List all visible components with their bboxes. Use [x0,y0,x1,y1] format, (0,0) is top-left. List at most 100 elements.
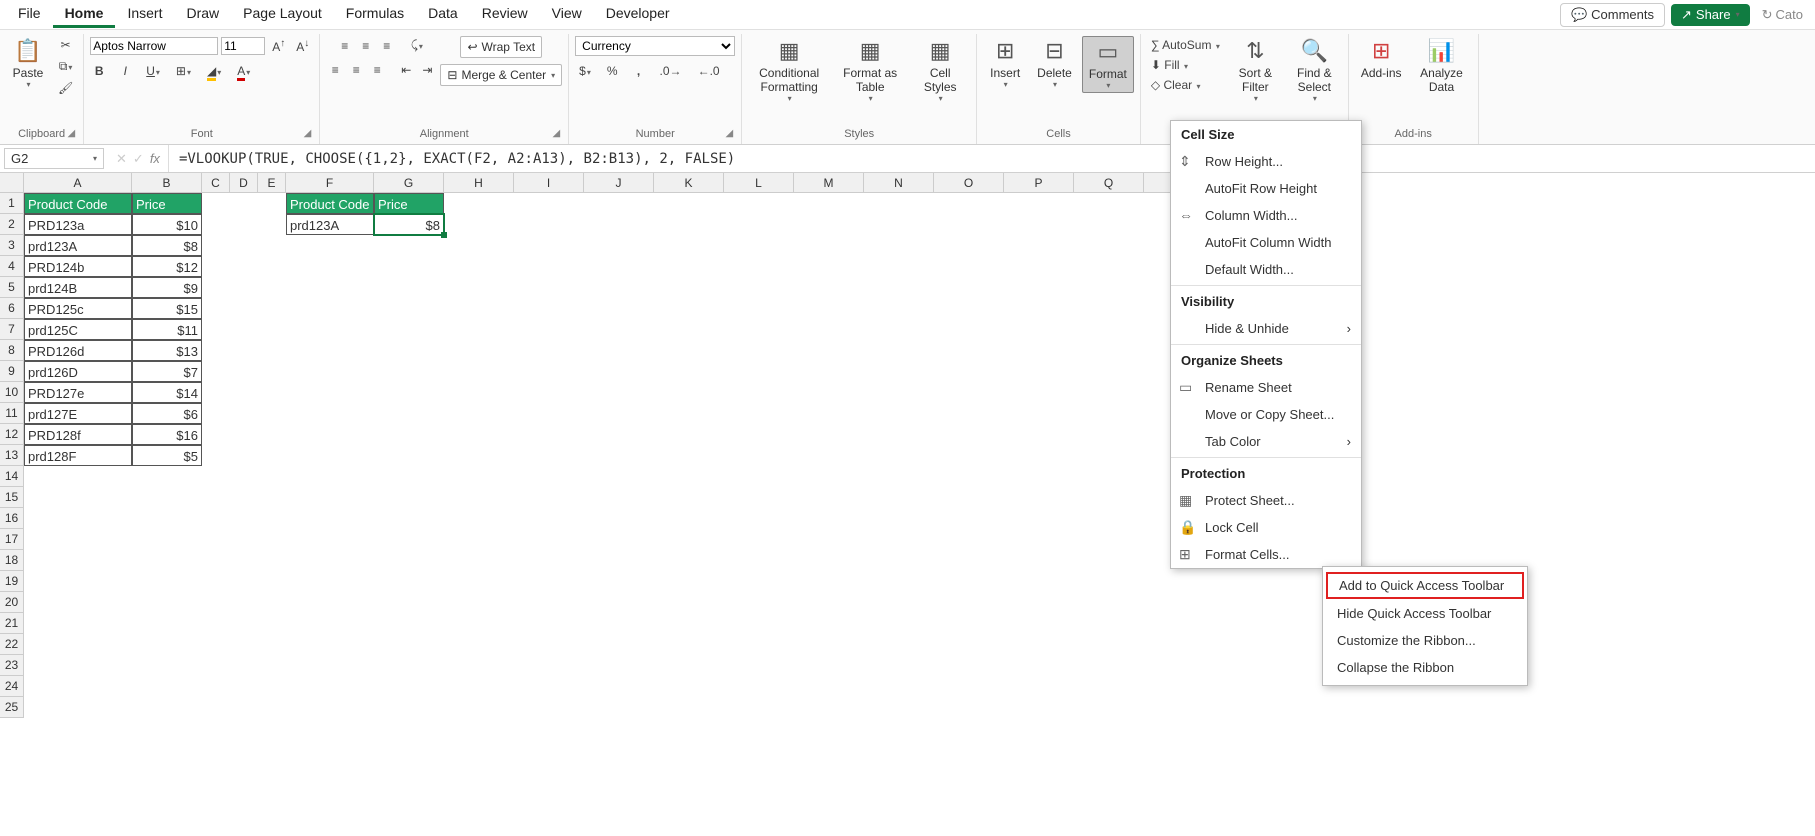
row-header-9[interactable]: 9 [0,361,24,382]
comments-button[interactable]: 💬 Comments [1560,3,1665,27]
menu-move-copy[interactable]: Move or Copy Sheet... [1171,401,1361,428]
format-as-table-button[interactable]: ▦Format as Table▾ [834,36,906,105]
merge-center-button[interactable]: ⊟Merge & Center▾ [440,64,562,86]
clear-button[interactable]: ◇ Clear ▾ [1147,76,1205,94]
number-format-select[interactable]: Currency [575,36,735,56]
align-right-button[interactable]: ≡ [368,61,386,79]
cell-A10[interactable]: PRD127e [24,382,132,403]
menu-protect-sheet[interactable]: ▦Protect Sheet... [1171,487,1361,514]
row-header-12[interactable]: 12 [0,424,24,445]
analyze-data-button[interactable]: 📊Analyze Data [1412,36,1472,96]
row-header-4[interactable]: 4 [0,256,24,277]
cell-A13[interactable]: prd128F [24,445,132,466]
cell-B9[interactable]: $7 [132,361,202,382]
increase-indent-button[interactable]: ⇥ [418,61,436,79]
row-header-6[interactable]: 6 [0,298,24,319]
delete-cells-button[interactable]: ⊟Delete▾ [1031,36,1078,91]
sort-filter-button[interactable]: ⇅Sort & Filter▾ [1228,36,1283,105]
cell-B8[interactable]: $13 [132,340,202,361]
row-header-22[interactable]: 22 [0,634,24,655]
menu-row-height[interactable]: ⇕Row Height... [1171,148,1361,175]
col-header-J[interactable]: J [584,173,654,193]
ctx-collapse-ribbon[interactable]: Collapse the Ribbon [1323,654,1527,681]
tab-page-layout[interactable]: Page Layout [231,1,334,28]
cell-A5[interactable]: prd124B [24,277,132,298]
cell-B2[interactable]: $10 [132,214,202,235]
align-middle-button[interactable]: ≡ [357,37,375,55]
col-header-A[interactable]: A [24,173,132,193]
ctx-customize-ribbon[interactable]: Customize the Ribbon... [1323,627,1527,654]
decrease-decimal-button[interactable]: ←.0 [694,62,724,80]
decrease-font-button[interactable]: A↓ [292,36,313,56]
cell-B11[interactable]: $6 [132,403,202,424]
row-header-5[interactable]: 5 [0,277,24,298]
row-header-19[interactable]: 19 [0,571,24,592]
col-header-F[interactable]: F [286,173,374,193]
font-name-select[interactable] [90,37,218,55]
row-header-2[interactable]: 2 [0,214,24,235]
align-center-button[interactable]: ≡ [347,61,365,79]
cell-A12[interactable]: PRD128f [24,424,132,445]
increase-font-button[interactable]: A↑ [268,36,289,56]
fill-button[interactable]: ⬇ Fill ▾ [1147,56,1192,74]
menu-autofit-col[interactable]: AutoFit Column Width [1171,229,1361,256]
row-header-23[interactable]: 23 [0,655,24,676]
fill-color-button[interactable]: ◢▾ [203,62,225,80]
col-header-D[interactable]: D [230,173,258,193]
addins-button[interactable]: ⊞Add-ins [1355,36,1408,82]
cell-B10[interactable]: $14 [132,382,202,403]
row-header-11[interactable]: 11 [0,403,24,424]
col-header-I[interactable]: I [514,173,584,193]
underline-button[interactable]: U▾ [142,62,164,80]
row-header-1[interactable]: 1 [0,193,24,214]
cell-A4[interactable]: PRD124b [24,256,132,277]
cancel-icon[interactable]: ✕ [116,151,127,167]
bold-button[interactable]: B [90,62,108,80]
tab-insert[interactable]: Insert [115,1,174,28]
row-header-24[interactable]: 24 [0,676,24,697]
format-painter-button[interactable]: 🖌 [54,79,77,97]
cell-B5[interactable]: $9 [132,277,202,298]
increase-decimal-button[interactable]: .0→ [656,62,686,80]
font-size-select[interactable] [221,37,265,55]
cell-F1[interactable]: Product Code [286,193,374,214]
row-header-3[interactable]: 3 [0,235,24,256]
col-header-L[interactable]: L [724,173,794,193]
wrap-text-button[interactable]: ↩Wrap Text [460,36,542,58]
selection-handle[interactable] [441,232,447,238]
row-header-17[interactable]: 17 [0,529,24,550]
percent-format-button[interactable]: % [603,62,622,80]
cell-A7[interactable]: prd125C [24,319,132,340]
decrease-indent-button[interactable]: ⇤ [397,61,415,79]
row-header-13[interactable]: 13 [0,445,24,466]
comma-format-button[interactable]: , [630,62,648,80]
cell-B12[interactable]: $16 [132,424,202,445]
menu-hide-unhide[interactable]: Hide & Unhide› [1171,315,1361,342]
insert-cells-button[interactable]: ⊞Insert▾ [983,36,1027,91]
row-header-14[interactable]: 14 [0,466,24,487]
tab-formulas[interactable]: Formulas [334,1,416,28]
cell-G1[interactable]: Price [374,193,444,214]
row-header-21[interactable]: 21 [0,613,24,634]
menu-autofit-row[interactable]: AutoFit Row Height [1171,175,1361,202]
tab-draw[interactable]: Draw [174,1,231,28]
col-header-G[interactable]: G [374,173,444,193]
align-top-button[interactable]: ≡ [336,37,354,55]
cell-B4[interactable]: $12 [132,256,202,277]
row-header-15[interactable]: 15 [0,487,24,508]
cell-A11[interactable]: prd127E [24,403,132,424]
row-header-10[interactable]: 10 [0,382,24,403]
cell-G2[interactable]: $8 [374,214,444,235]
cell-B13[interactable]: $5 [132,445,202,466]
select-all-corner[interactable] [0,173,24,193]
cell-A1[interactable]: Product Code [24,193,132,214]
enter-icon[interactable]: ✓ [133,151,144,167]
accounting-format-button[interactable]: $▾ [575,62,595,80]
cell-B7[interactable]: $11 [132,319,202,340]
align-bottom-button[interactable]: ≡ [378,37,396,55]
col-header-K[interactable]: K [654,173,724,193]
cell-A8[interactable]: PRD126d [24,340,132,361]
cell-A3[interactable]: prd123A [24,235,132,256]
cato-button[interactable]: ↻ Cato [1756,4,1809,26]
col-header-E[interactable]: E [258,173,286,193]
